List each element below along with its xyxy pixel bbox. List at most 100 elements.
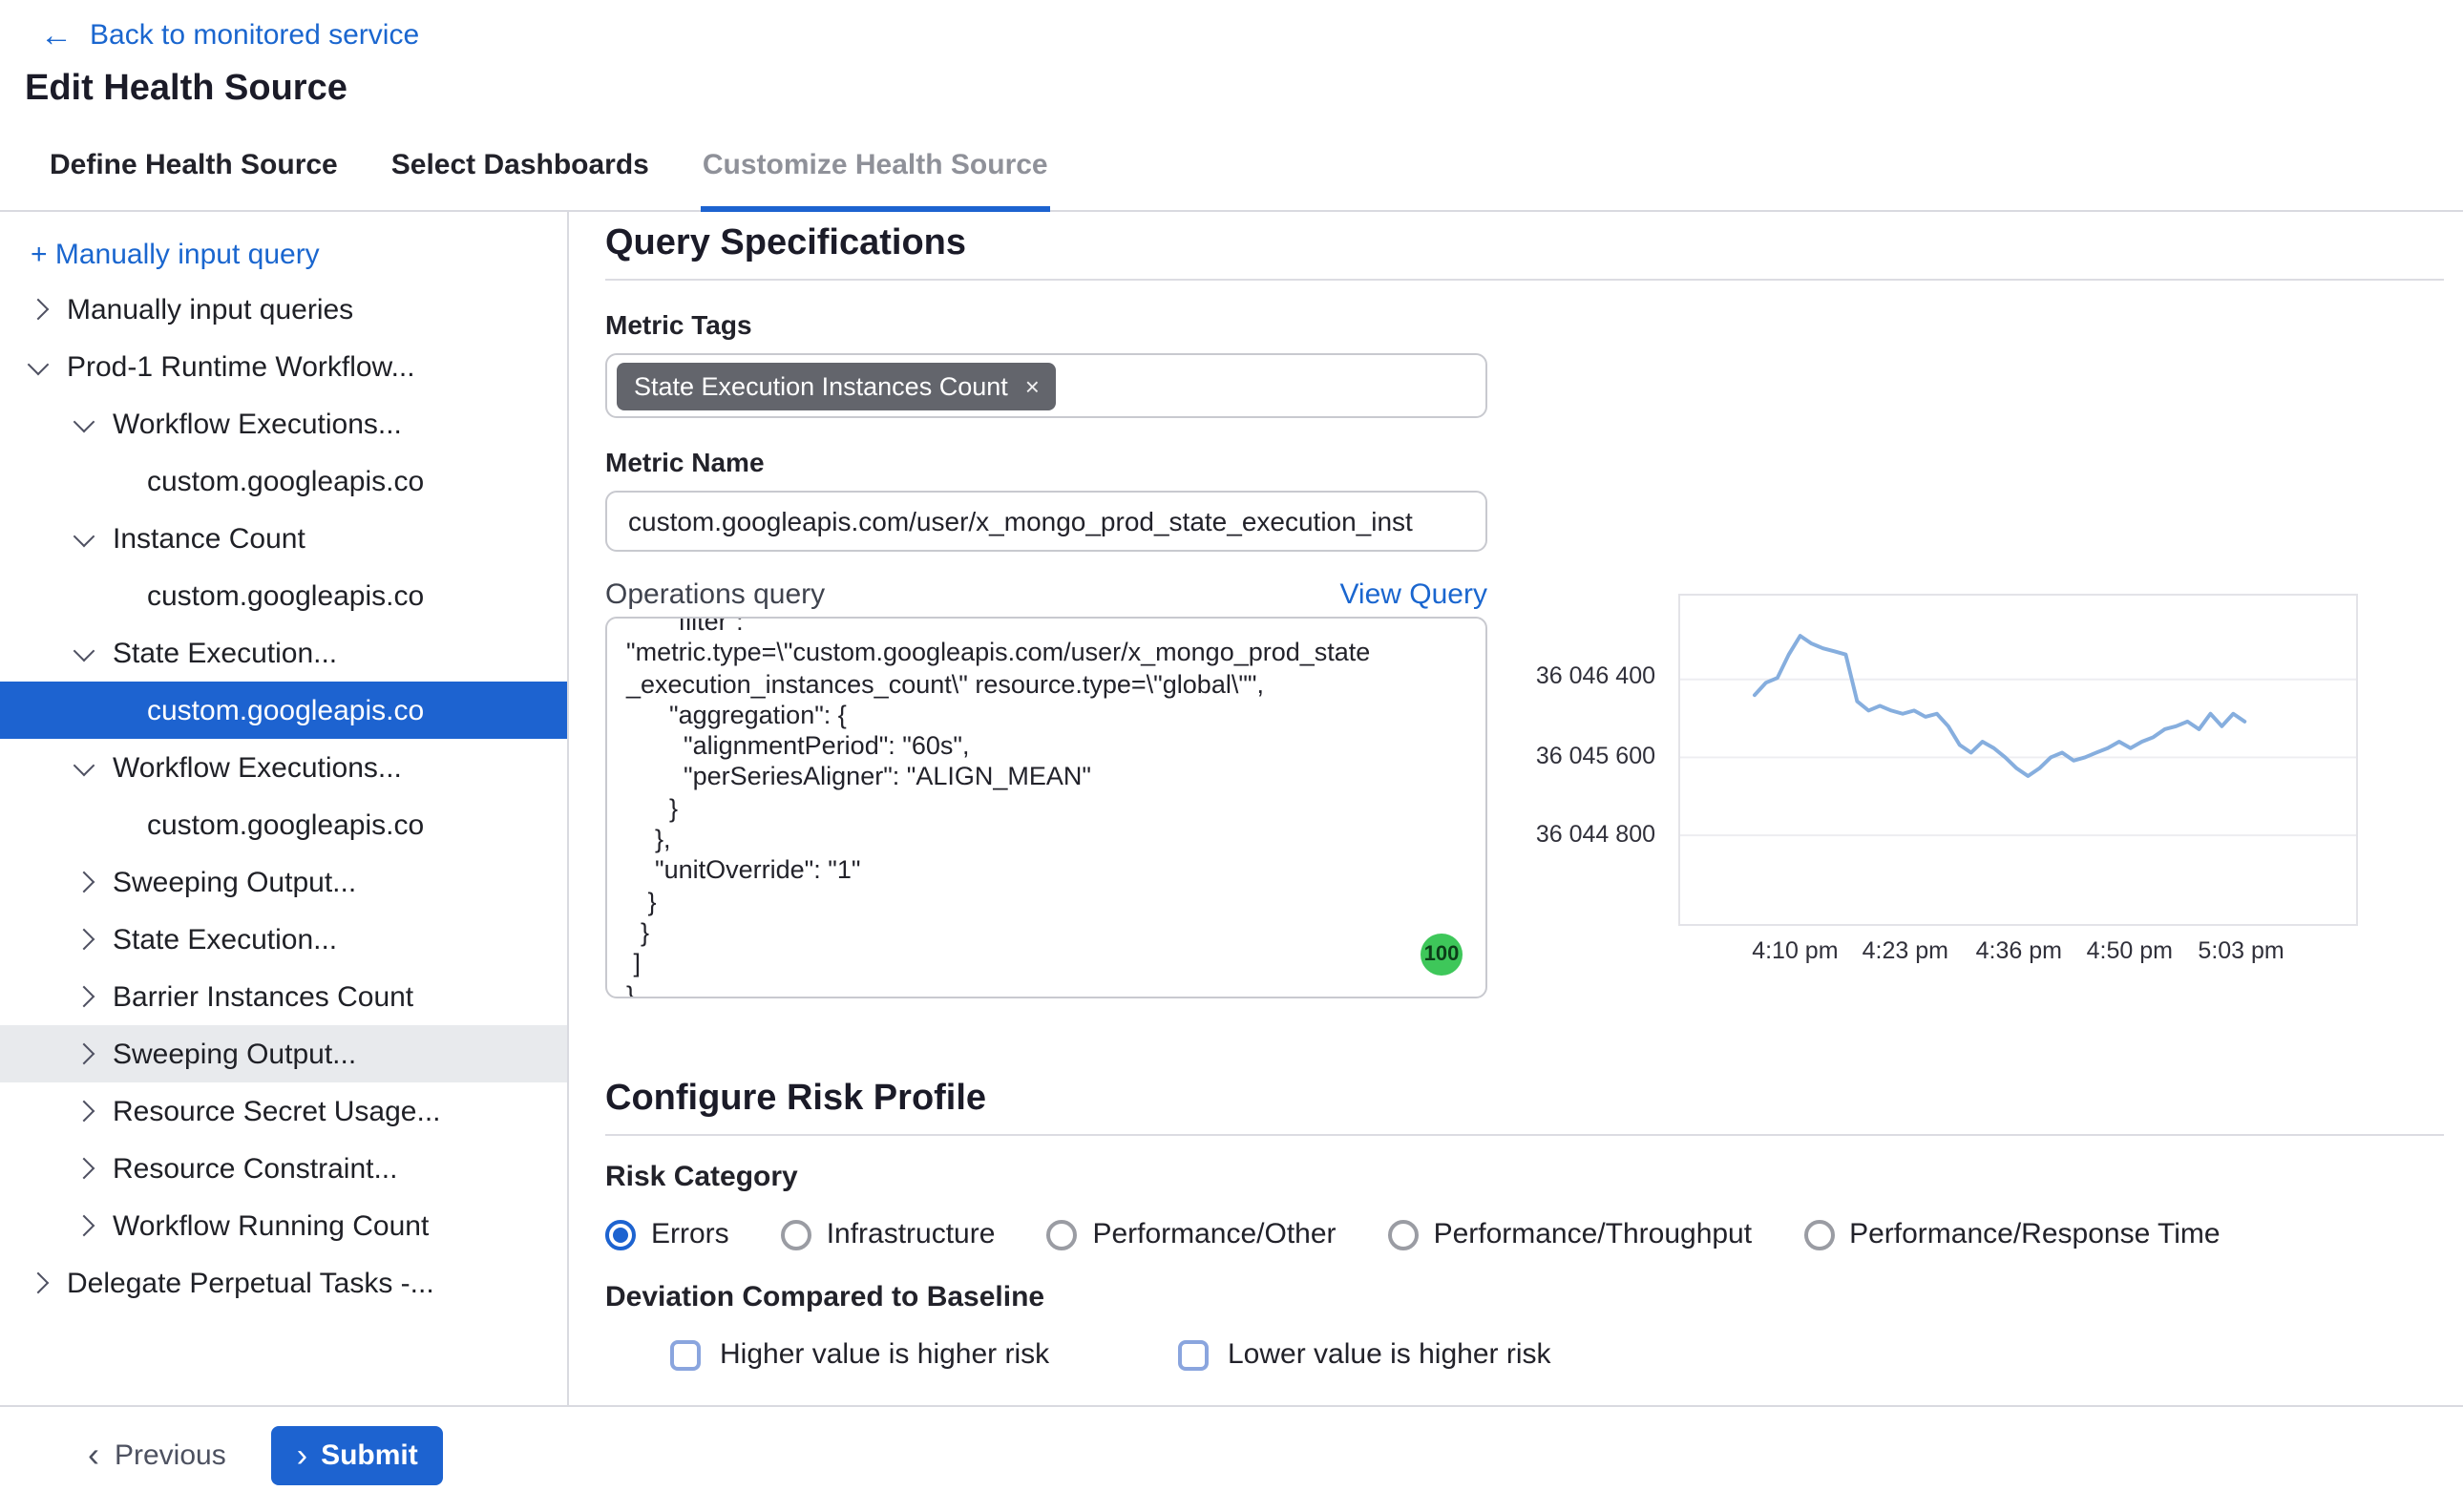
chevron-right-icon[interactable] xyxy=(28,1272,50,1294)
chevron-right-icon: › xyxy=(297,1438,307,1471)
chart-x-tick-label: 4:36 pm xyxy=(1976,937,2062,964)
chart-plot xyxy=(1678,594,2358,926)
radio-performance-response-time[interactable]: Performance/Response Time xyxy=(1803,1218,2221,1250)
metric-tags-label: Metric Tags xyxy=(605,309,2444,340)
radio-icon xyxy=(781,1219,811,1250)
deviation-label: Deviation Compared to Baseline xyxy=(605,1281,2444,1313)
query-count-badge: 100 xyxy=(1421,934,1463,976)
tree-item-barrier-instances-count[interactable]: Barrier Instances Count xyxy=(0,968,567,1025)
page-title: Edit Health Source xyxy=(25,69,2463,111)
divider xyxy=(605,1134,2444,1136)
checkbox-icon xyxy=(670,1339,701,1370)
query-tree-sidebar: + Manually input query Manually input qu… xyxy=(0,212,569,1405)
chevron-right-icon[interactable] xyxy=(74,1043,95,1065)
radio-selected-icon xyxy=(605,1219,636,1250)
page-body: + Manually input query Manually input qu… xyxy=(0,212,2463,1405)
chart-line-svg xyxy=(1680,596,2356,924)
chart-y-tick-label: 36 044 800 xyxy=(1536,821,1655,848)
chevron-down-icon[interactable] xyxy=(74,410,95,432)
operations-query-label: Operations query xyxy=(605,578,825,611)
divider xyxy=(605,279,2444,281)
tree-item-state-execution-2[interactable]: State Execution... xyxy=(0,911,567,968)
chart-x-tick-label: 4:23 pm xyxy=(1863,937,1948,964)
metric-tags-input[interactable]: State Execution Instances Count × xyxy=(605,353,1487,418)
checkbox-lower-value-higher-risk[interactable]: Lower value is higher risk xyxy=(1178,1338,1551,1371)
tree-item-custom-metric-selected[interactable]: custom.googleapis.co xyxy=(0,682,567,739)
tab-define-health-source[interactable]: Define Health Source xyxy=(48,128,340,212)
tree-item-manually-input-queries[interactable]: Manually input queries xyxy=(0,281,567,338)
back-to-monitored-service-link[interactable]: ← Back to monitored service xyxy=(40,19,2463,52)
tab-customize-health-source[interactable]: Customize Health Source xyxy=(701,128,1050,212)
query-specifications-title: Query Specifications xyxy=(605,223,2444,265)
chart-x-tick-label: 4:10 pm xyxy=(1752,937,1838,964)
risk-category-label: Risk Category xyxy=(605,1161,2444,1193)
view-query-link[interactable]: View Query xyxy=(1339,578,1487,611)
tab-select-dashboards[interactable]: Select Dashboards xyxy=(389,128,651,212)
tree-item-workflow-executions-2[interactable]: Workflow Executions... xyxy=(0,739,567,796)
radio-icon xyxy=(1046,1219,1077,1250)
chevron-down-icon[interactable] xyxy=(74,640,95,662)
tree-item-custom-metric-2[interactable]: custom.googleapis.co xyxy=(0,567,567,624)
chevron-left-icon: ‹ xyxy=(88,1438,99,1472)
chart-y-axis: 36 046 400 36 045 600 36 044 800 xyxy=(1495,594,1655,926)
tree-item-workflow-executions-1[interactable]: Workflow Executions... xyxy=(0,395,567,452)
back-arrow-icon: ← xyxy=(40,19,73,52)
manually-input-query-button[interactable]: + Manually input query xyxy=(0,227,567,281)
metric-name-label: Metric Name xyxy=(605,447,2444,477)
query-and-chart-row: Operations query View Query "filter": "m… xyxy=(605,552,2444,998)
metric-tag-chip: State Execution Instances Count × xyxy=(617,362,1057,410)
tree-item-state-execution-1[interactable]: State Execution... xyxy=(0,624,567,682)
wizard-footer: ‹ Previous › Submit xyxy=(0,1405,2463,1502)
chevron-right-icon[interactable] xyxy=(74,986,95,1008)
chevron-right-icon[interactable] xyxy=(74,872,95,893)
chart-y-tick-label: 36 045 600 xyxy=(1536,742,1655,768)
radio-infrastructure[interactable]: Infrastructure xyxy=(781,1218,996,1250)
radio-performance-other[interactable]: Performance/Other xyxy=(1046,1218,1336,1250)
radio-icon xyxy=(1388,1219,1419,1250)
chart-x-axis: 4:10 pm 4:23 pm 4:36 pm 4:50 pm 5:03 pm xyxy=(1678,926,2358,976)
metric-preview-chart: 36 046 40036 045 60036 044 800 4:10 pm4:… xyxy=(1495,594,2358,976)
chevron-down-icon[interactable] xyxy=(28,353,50,375)
operations-query-textarea[interactable]: "filter": "metric.type=\"custom.googleap… xyxy=(605,617,1487,998)
submit-button[interactable]: › Submit xyxy=(272,1425,443,1484)
radio-performance-throughput[interactable]: Performance/Throughput xyxy=(1388,1218,1753,1250)
chart-x-tick-label: 4:50 pm xyxy=(2087,937,2173,964)
checkbox-icon xyxy=(1178,1339,1209,1370)
tree-item-sweeping-output-1[interactable]: Sweeping Output... xyxy=(0,853,567,911)
edit-health-source-page: ← Back to monitored service Edit Health … xyxy=(0,0,2463,1512)
tree-item-resource-secret-usage[interactable]: Resource Secret Usage... xyxy=(0,1082,567,1140)
remove-tag-icon[interactable]: × xyxy=(1025,371,1040,400)
tree-item-workflow-running-count[interactable]: Workflow Running Count xyxy=(0,1197,567,1254)
radio-icon xyxy=(1803,1219,1834,1250)
radio-errors[interactable]: Errors xyxy=(605,1218,729,1250)
page-header: ← Back to monitored service Edit Health … xyxy=(0,0,2463,111)
chevron-right-icon[interactable] xyxy=(28,299,50,321)
chevron-right-icon[interactable] xyxy=(74,1101,95,1123)
tree-item-resource-constraint[interactable]: Resource Constraint... xyxy=(0,1140,567,1197)
chevron-right-icon[interactable] xyxy=(74,1215,95,1237)
chevron-right-icon[interactable] xyxy=(74,929,95,951)
tree-item-delegate-perpetual-tasks[interactable]: Delegate Perpetual Tasks -... xyxy=(0,1254,567,1312)
previous-button[interactable]: ‹ Previous xyxy=(88,1438,226,1472)
back-link-label: Back to monitored service xyxy=(90,19,419,52)
risk-category-radio-group: Errors Infrastructure Performance/Other … xyxy=(605,1218,2444,1250)
deviation-checkbox-group: Higher value is higher risk Lower value … xyxy=(670,1338,2444,1371)
operations-query-column: Operations query View Query "filter": "m… xyxy=(605,552,1487,998)
chevron-down-icon[interactable] xyxy=(74,754,95,776)
query-specifications-panel: Query Specifications Metric Tags State E… xyxy=(569,212,2463,1405)
tree-item-custom-metric-3[interactable]: custom.googleapis.co xyxy=(0,796,567,853)
chart-y-tick-label: 36 046 400 xyxy=(1536,663,1655,690)
wizard-tabs: Define Health Source Select Dashboards C… xyxy=(0,128,2463,212)
checkbox-higher-value-higher-risk[interactable]: Higher value is higher risk xyxy=(670,1338,1178,1371)
chevron-right-icon[interactable] xyxy=(74,1158,95,1180)
tree-item-custom-metric-1[interactable]: custom.googleapis.co xyxy=(0,452,567,510)
chevron-down-icon[interactable] xyxy=(74,525,95,547)
metric-name-input[interactable]: custom.googleapis.com/user/x_mongo_prod_… xyxy=(605,491,1487,552)
configure-risk-profile-title: Configure Risk Profile xyxy=(605,1079,2444,1121)
tree-item-prod-1-runtime-workflow[interactable]: Prod-1 Runtime Workflow... xyxy=(0,338,567,395)
chart-x-tick-label: 5:03 pm xyxy=(2198,937,2284,964)
tree-item-sweeping-output-2[interactable]: Sweeping Output... xyxy=(0,1025,567,1082)
operations-query-text: "filter": "metric.type=\"custom.googleap… xyxy=(626,617,1466,998)
metric-tag-chip-label: State Execution Instances Count xyxy=(634,371,1008,400)
tree-item-instance-count[interactable]: Instance Count xyxy=(0,510,567,567)
